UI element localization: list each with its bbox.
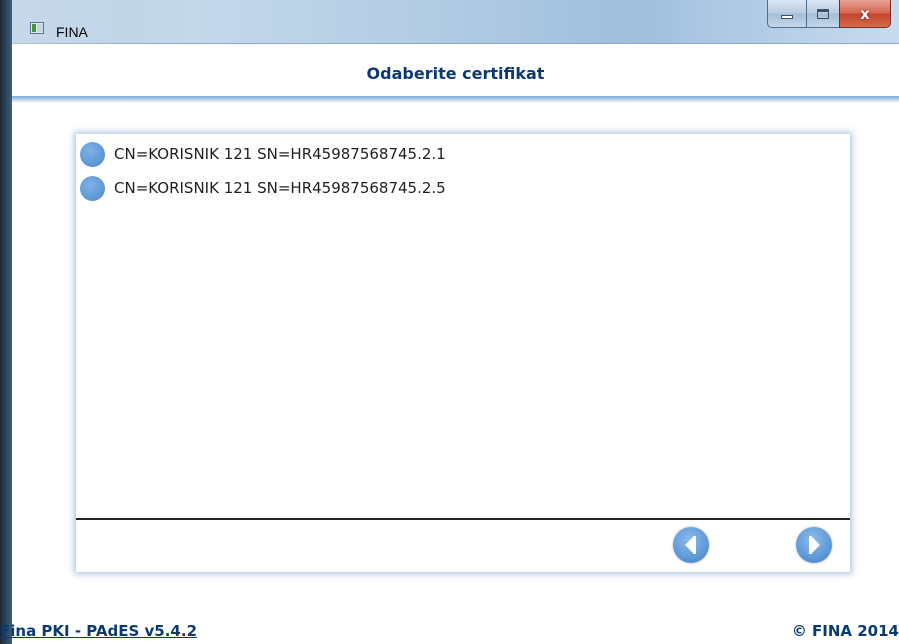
copyright-text: © FINA 2014: [791, 622, 899, 640]
radio-button[interactable]: [80, 141, 105, 167]
window-title: FINA: [56, 24, 88, 40]
certificate-panel: CN=KORISNIK 121 SN=HR45987568745.2.1 CN=…: [76, 134, 850, 572]
radio-button[interactable]: [80, 175, 105, 201]
certificate-option[interactable]: CN=KORISNIK 121 SN=HR45987568745.2.1: [80, 139, 446, 169]
minimize-button[interactable]: [767, 0, 807, 28]
maximize-button[interactable]: [806, 0, 840, 28]
next-button[interactable]: [796, 527, 832, 563]
minimize-icon: [781, 14, 793, 19]
page-title: Odaberite certifikat: [366, 64, 545, 83]
maximize-icon: [817, 8, 829, 19]
chevron-right-icon: [809, 536, 820, 554]
panel-divider: [76, 518, 850, 520]
certificate-label[interactable]: CN=KORISNIK 121 SN=HR45987568745.2.1: [114, 145, 446, 163]
certificate-list: CN=KORISNIK 121 SN=HR45987568745.2.1 CN=…: [76, 134, 850, 518]
header-divider: [12, 96, 899, 103]
certificate-option[interactable]: CN=KORISNIK 121 SN=HR45987568745.2.5: [80, 173, 446, 203]
window-frame-edge: [0, 0, 12, 644]
version-link[interactable]: Fina PKI - PAdES v5.4.2: [0, 622, 197, 640]
dialog-header: Odaberite certifikat: [12, 46, 899, 102]
title-bar[interactable]: FINA x: [12, 0, 899, 44]
chevron-left-icon: [685, 536, 696, 554]
close-button[interactable]: x: [839, 0, 891, 28]
close-icon: x: [860, 4, 870, 23]
previous-button[interactable]: [673, 527, 709, 563]
certificate-label[interactable]: CN=KORISNIK 121 SN=HR45987568745.2.5: [114, 179, 446, 197]
app-icon[interactable]: [30, 22, 44, 34]
